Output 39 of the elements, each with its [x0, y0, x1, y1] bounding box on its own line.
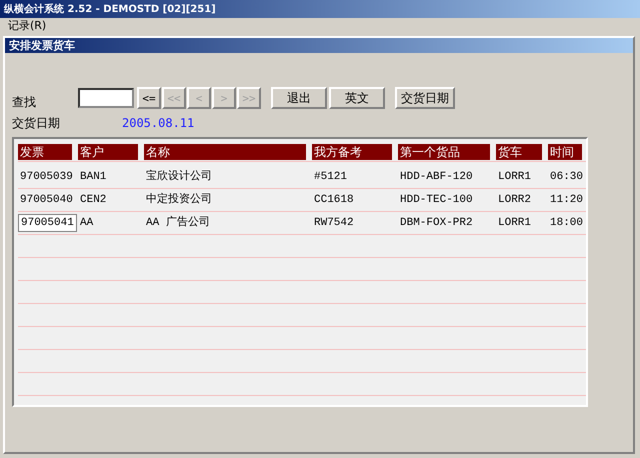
table-cell-text: CEN2 [79, 193, 106, 207]
table-cell-text: BAN1 [79, 170, 106, 184]
table-cell-text: 11:20 [549, 193, 584, 207]
table-cell-text: HDD-TEC-100 [399, 193, 473, 207]
table-cell-text: AA 广告公司 [145, 216, 210, 230]
child-window-title: 安排发票货车 [9, 38, 75, 53]
search-label: 查找 [12, 94, 37, 110]
table-cell-text: LORR1 [497, 170, 532, 184]
table-cell-text: LORR2 [497, 193, 532, 207]
table-cell-text: 18:00 [549, 216, 584, 230]
table-cell-text: 中定投资公司 [145, 193, 212, 207]
date-label: 交货日期 [12, 114, 61, 132]
table-cell-text: CC1618 [313, 193, 354, 207]
action-button[interactable]: 英文 [329, 87, 385, 109]
action-button[interactable]: 退出 [271, 87, 327, 109]
current-cell[interactable]: 97005041 [18, 214, 77, 232]
column-header: 货车 [496, 144, 542, 160]
table-cell-text: 宝欣设计公司 [145, 170, 212, 184]
column-header: 客户 [78, 144, 138, 160]
table-cell-text: AA [79, 216, 94, 230]
date-value: 2005.08.11 [122, 116, 194, 130]
table-cell-text: #5121 [313, 170, 348, 184]
table-cell-text: 97005040 [19, 193, 73, 207]
search-field[interactable] [78, 88, 134, 108]
table-cell-text: HDD-ABF-120 [399, 170, 473, 184]
nav-button[interactable]: <= [137, 87, 161, 109]
table-cell-text: RW7542 [313, 216, 354, 230]
column-header: 时间 [548, 144, 582, 160]
window-title: 纵横会计系统 2.52 - DEMOSTD [02][251] [4, 2, 216, 16]
table-cell-text: 06:30 [549, 170, 584, 184]
column-header: 发票 [18, 144, 72, 160]
column-header: 我方备考 [312, 144, 392, 160]
column-header: 第一个货品 [398, 144, 490, 160]
table-cell-text: 97005039 [19, 170, 73, 184]
menu-item[interactable]: 记录(R) [6, 18, 48, 33]
table-cell-text: LORR1 [497, 216, 532, 230]
action-button[interactable]: 交货日期 [395, 87, 455, 109]
table-cell-text: DBM-FOX-PR2 [399, 216, 473, 230]
column-header: 名称 [144, 144, 306, 160]
